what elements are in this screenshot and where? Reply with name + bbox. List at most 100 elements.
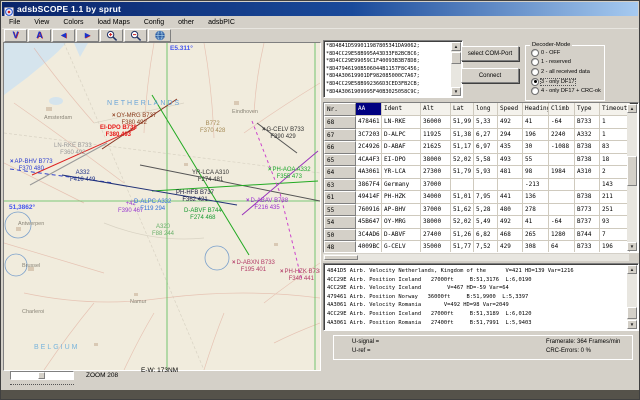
zoom-in-button[interactable] bbox=[100, 29, 123, 42]
menu-item-adsbpic[interactable]: adsbPIC bbox=[201, 18, 242, 27]
zoom-slider-thumb[interactable] bbox=[38, 372, 45, 379]
menu-item-view[interactable]: View bbox=[27, 18, 56, 27]
table-row[interactable]: 644A3061YR-LCA2730051,795,93481981984A31… bbox=[324, 166, 638, 179]
zoom-out-button[interactable] bbox=[124, 29, 147, 42]
column-header-speed[interactable]: Speed bbox=[498, 103, 523, 116]
scroll-up-icon[interactable]: ▲ bbox=[627, 104, 637, 113]
pan-up-icon: A bbox=[36, 31, 43, 40]
scrollbar-thumb[interactable] bbox=[627, 307, 637, 319]
aircraft-label[interactable]: ×G-CELV B733F390 429 bbox=[262, 127, 304, 140]
aircraft-label[interactable]: LN-RKE B733F360 492 bbox=[54, 143, 92, 156]
scroll-down-icon[interactable]: ▼ bbox=[627, 320, 637, 329]
table-row[interactable]: 662C4926D-ABAF2162551,176,9743530-1088B7… bbox=[324, 141, 638, 154]
column-header-long[interactable]: long bbox=[474, 103, 498, 116]
decoder-mode-option-0[interactable]: 0 - OFF bbox=[526, 48, 604, 58]
geo-label-belgium: BELGIUM bbox=[34, 344, 80, 351]
bottom-strip bbox=[1, 390, 640, 399]
table-cell: B738 bbox=[575, 191, 600, 204]
scrollbar-thumb[interactable] bbox=[324, 255, 358, 260]
column-header-lat[interactable]: Lat bbox=[451, 103, 474, 116]
aircraft-label[interactable]: D-ALPC A332F119 294 bbox=[134, 199, 171, 212]
map-view[interactable]: E5.311°51,3862°NETHERLANDSBELGIUMAmsterd… bbox=[3, 42, 321, 371]
column-header-type[interactable]: Type bbox=[575, 103, 600, 116]
menu-item-colors[interactable]: Colors bbox=[56, 18, 90, 27]
menu-item-other[interactable]: other bbox=[171, 18, 201, 27]
aircraft-label[interactable]: A320F88 244 bbox=[152, 224, 174, 237]
table-hscrollbar[interactable] bbox=[323, 254, 629, 261]
select-com-port-button[interactable]: select COM-Port bbox=[461, 46, 519, 61]
column-header-timeout[interactable]: Timeout bbox=[600, 103, 630, 116]
aircraft-label[interactable]: YR-LCA A310F274 481 bbox=[192, 170, 229, 183]
pan-left-icon: ◄ bbox=[59, 31, 68, 40]
aircraft-label[interactable]: PH-HFB B737F362 421 bbox=[176, 190, 214, 203]
radio-icon[interactable] bbox=[531, 87, 539, 95]
pan-right-button[interactable]: ► bbox=[76, 29, 99, 42]
table-row[interactable]: 633867F4Germany37000-213143 bbox=[324, 179, 638, 192]
table-scrollbar[interactable]: ▲ ▼ bbox=[627, 104, 637, 251]
raw-frames-listbox[interactable]: *8D4841D599011987805341DA9062;*8D4CC29E5… bbox=[323, 40, 463, 98]
column-header-climb[interactable]: Climb bbox=[549, 103, 575, 116]
aircraft-label[interactable]: A332F410 449 bbox=[70, 170, 95, 183]
column-header-nr[interactable]: Nr. bbox=[324, 103, 356, 116]
decoder-mode-option-1[interactable]: 1 - reserved bbox=[526, 58, 604, 68]
table-row[interactable]: 673C7203D-ALPC1192551,386,272941962240A3… bbox=[324, 129, 638, 142]
menu-item-config[interactable]: Config bbox=[137, 18, 171, 27]
pan-up-button[interactable]: A bbox=[28, 29, 51, 42]
raw-frames-scrollbar[interactable]: ▲ ▼ bbox=[451, 42, 461, 96]
table-row[interactable]: 55760916AP-BHV3700051,625,28480278B77325… bbox=[324, 204, 638, 217]
decoder-mode-option-3[interactable]: 3 - only DF17 bbox=[526, 77, 604, 87]
raw-frame-line: *8D4CC29E58B995A43D33F82BCBC6; bbox=[326, 51, 450, 59]
table-row[interactable]: 68478461LN-RKE3600051,995,3349241-64B733… bbox=[324, 116, 638, 129]
decoder-mode-option-2[interactable]: 2 - all received data bbox=[526, 67, 604, 77]
scroll-up-icon[interactable]: ▲ bbox=[451, 42, 461, 51]
table-cell: 4009BC bbox=[356, 241, 382, 253]
scroll-down-icon[interactable]: ▼ bbox=[451, 87, 461, 96]
table-cell: 196 bbox=[523, 129, 549, 142]
column-header-ident[interactable]: Ident bbox=[382, 103, 421, 116]
aircraft-label[interactable]: ×AP-BHV B773F370 480 bbox=[10, 159, 53, 172]
menu-item-file[interactable]: File bbox=[2, 18, 27, 27]
title-bar[interactable]: adsbSCOPE 1.1 by sprut bbox=[2, 2, 638, 16]
raw-frame-line: *8D47946190B506044B1157F8C456; bbox=[326, 66, 450, 74]
table-row[interactable]: 654CA4F3EI-DPO3800052,025,5849355B73818 bbox=[324, 154, 638, 167]
table-cell: OY-MRG bbox=[382, 216, 421, 229]
pan-left-button[interactable]: ◄ bbox=[52, 29, 75, 42]
world-map-button[interactable] bbox=[148, 29, 171, 42]
geo-label-netherlands: NETHERLANDS bbox=[107, 100, 181, 107]
aircraft-label[interactable]: EI-DPO B738F380 493 bbox=[100, 125, 137, 138]
radio-option-label: 0 - OFF bbox=[541, 50, 560, 56]
radio-icon[interactable] bbox=[531, 68, 539, 76]
menu-item-load-maps[interactable]: load Maps bbox=[91, 18, 137, 27]
connect-button[interactable]: Connect bbox=[461, 68, 519, 83]
geo-label-amsterdam: Amsterdam bbox=[44, 115, 72, 121]
decoder-mode-option-4[interactable]: 4 - only DF17 + CRC-ok bbox=[526, 86, 604, 96]
scrollbar-thumb[interactable] bbox=[627, 156, 637, 186]
aircraft-label[interactable]: ×D-ABXN B733F195 401 bbox=[232, 260, 275, 273]
scroll-up-icon[interactable]: ▲ bbox=[627, 265, 637, 274]
aircraft-label[interactable]: ×D-ABAV B738F216 435 bbox=[246, 198, 288, 211]
aircraft-label[interactable]: D-ABVF B744F274 468 bbox=[184, 208, 222, 221]
messages-listbox[interactable]: 4841D5 Airb. Velocity Netherlands, Kingd… bbox=[323, 263, 639, 331]
table-row[interactable]: 503C4AD6D-ABVF2740051,266,824682651280B7… bbox=[324, 229, 638, 242]
column-header-aa[interactable]: AA bbox=[356, 103, 382, 116]
scrollbar-thumb[interactable] bbox=[451, 52, 461, 64]
aircraft-label[interactable]: ×PH-HZK B738F340 441 bbox=[280, 269, 321, 282]
pan-down-button[interactable]: V bbox=[4, 29, 27, 42]
scroll-down-icon[interactable]: ▼ bbox=[627, 242, 637, 251]
table-cell: 21625 bbox=[421, 141, 451, 154]
table-row[interactable]: 5445B647OY-MRG3800052,025,4949241-64B737… bbox=[324, 216, 638, 229]
column-header-alt[interactable]: Alt bbox=[421, 103, 451, 116]
aircraft-label[interactable]: ×PH-AOA A332F355 473 bbox=[268, 167, 311, 180]
radio-icon[interactable] bbox=[531, 49, 539, 57]
message-line: 479461 Airb. Position Norway 36000ft B:5… bbox=[327, 293, 625, 302]
table-row[interactable]: 484009BCG-CELV3500051,777,5242930864B733… bbox=[324, 241, 638, 253]
radio-icon[interactable] bbox=[531, 78, 539, 86]
aircraft-label[interactable]: B772F370 428 bbox=[200, 121, 225, 134]
radio-icon[interactable] bbox=[531, 58, 539, 66]
table-row[interactable]: 6149414FPH-HZK3400051,017,95441136B73821… bbox=[324, 191, 638, 204]
messages-scrollbar[interactable]: ▲ ▼ bbox=[627, 265, 637, 329]
column-header-heading[interactable]: Heading bbox=[523, 103, 549, 116]
table-cell: 441 bbox=[498, 191, 523, 204]
zoom-slider[interactable] bbox=[10, 371, 74, 380]
table-cell bbox=[451, 179, 474, 192]
